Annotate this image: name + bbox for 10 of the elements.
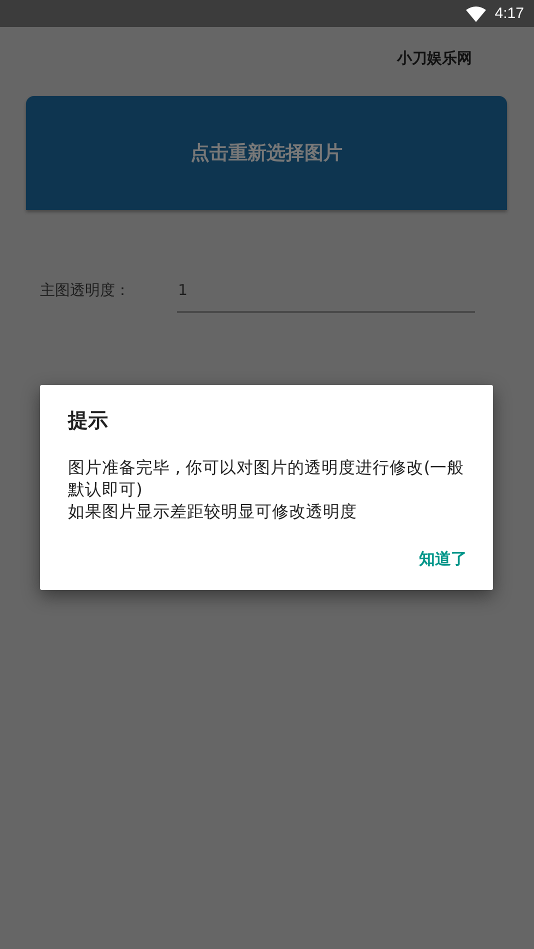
status-time: 4:17 <box>494 5 524 22</box>
app-title: 小刀娱乐网 <box>397 48 472 68</box>
dialog-message: 图片准备完毕 , 你可以对图片的透明度进行修改(一般默认即可) <box>68 457 466 501</box>
dialog-message: 如果图片显示差距较明显可修改透明度 <box>68 501 358 523</box>
dialog-title: 提示 <box>68 407 109 434</box>
select-image-button[interactable]: 点击重新选择图片 <box>26 96 507 210</box>
ok-button[interactable]: 知道了 <box>419 545 467 574</box>
wifi-icon <box>466 6 486 22</box>
field-label: 主图透明度： <box>40 280 131 300</box>
input-field[interactable]: 1 <box>177 272 475 313</box>
